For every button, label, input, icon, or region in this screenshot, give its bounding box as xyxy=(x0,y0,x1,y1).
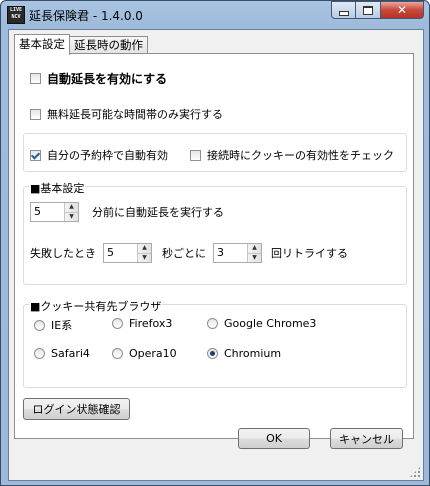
retry-count-spin-arrows: ▲ ▼ xyxy=(247,244,261,262)
browser-option-safari4[interactable]: Safari4 xyxy=(34,347,90,360)
caption-buttons: ✕ xyxy=(331,1,424,20)
basic-settings-group xyxy=(23,186,407,285)
auto-extend-option[interactable]: 自動延長を有効にする xyxy=(30,70,167,87)
own-reservation-checkbox[interactable] xyxy=(30,149,41,161)
auto-extend-label: 自動延長を有効にする xyxy=(47,72,168,86)
minutes-before-stepper[interactable]: 5 ▲ ▼ xyxy=(30,202,79,222)
minutes-before-value[interactable]: 5 xyxy=(31,203,64,221)
retry-interval-spin-arrows: ▲ ▼ xyxy=(137,244,151,262)
spin-down-icon[interactable]: ▼ xyxy=(138,254,151,263)
app-window: LIVE NCV 延長保険君 - 1.4.0.0 ✕ 基本設定 延長時の動作 自動… xyxy=(0,0,430,486)
browser-radio-chromium[interactable] xyxy=(207,348,218,359)
title-bar[interactable]: LIVE NCV 延長保険君 - 1.4.0.0 ✕ xyxy=(1,1,429,29)
browser-label-opera10: Opera10 xyxy=(129,347,177,360)
browser-option-firefox3[interactable]: Firefox3 xyxy=(112,317,172,330)
browser-label-chromium: Chromium xyxy=(224,347,282,360)
auto-extend-checkbox[interactable] xyxy=(30,73,41,84)
tab-panel: 自動延長を有効にする 無料延長可能な時間帯のみ実行する 自分の予約枠で自動有効 … xyxy=(14,53,414,439)
retry-interval-value[interactable]: 5 xyxy=(104,244,137,262)
close-button[interactable]: ✕ xyxy=(381,1,424,19)
browser-radio-firefox3[interactable] xyxy=(112,318,123,329)
free-time-only-checkbox[interactable] xyxy=(30,108,41,120)
browser-label-chrome3: Google Chrome3 xyxy=(224,317,317,330)
browser-option-chromium[interactable]: Chromium xyxy=(207,347,281,360)
retry-interval-stepper[interactable]: 5 ▲ ▼ xyxy=(103,243,152,263)
basic-settings-group-title: ■基本設定 xyxy=(29,180,86,196)
fail-label: 失敗したとき xyxy=(30,247,96,260)
minutes-spin-arrows: ▲ ▼ xyxy=(64,203,78,221)
cookie-check-option[interactable]: 接続時にクッキーの有効性をチェック xyxy=(190,147,394,163)
window-title: 延長保険君 - 1.4.0.0 xyxy=(29,9,143,23)
retry-count-stepper[interactable]: 3 ▲ ▼ xyxy=(213,243,262,263)
own-reservation-label: 自分の予約枠で自動有効 xyxy=(47,149,168,162)
resize-grip[interactable] xyxy=(409,466,421,478)
retry-count-value[interactable]: 3 xyxy=(214,244,247,262)
spin-down-icon[interactable]: ▼ xyxy=(65,213,78,222)
own-reservation-option[interactable]: 自分の予約枠で自動有効 xyxy=(30,147,168,163)
close-icon: ✕ xyxy=(396,3,408,17)
client-area: 基本設定 延長時の動作 自動延長を有効にする 無料延長可能な時間帯のみ実行する … xyxy=(8,29,424,481)
cookie-browser-group-title: ■クッキー共有先ブラウザ xyxy=(29,298,163,314)
tab-basic-settings[interactable]: 基本設定 xyxy=(14,34,70,55)
browser-option-chrome3[interactable]: Google Chrome3 xyxy=(207,317,316,330)
tab-strip: 基本設定 延長時の動作 xyxy=(14,34,148,55)
cancel-button[interactable]: キャンセル xyxy=(330,428,403,449)
interval-label: 秒ごとに xyxy=(162,247,206,260)
browser-radio-chrome3[interactable] xyxy=(207,318,218,329)
minutes-before-label: 分前に自動延長を実行する xyxy=(92,206,224,219)
spin-up-icon[interactable]: ▲ xyxy=(65,203,78,213)
retry-row: 失敗したとき 5 ▲ ▼ 秒ごとに 3 ▲ ▼ 回リトライする xyxy=(30,243,348,263)
maximize-button[interactable] xyxy=(356,1,381,19)
login-status-check-button[interactable]: ログイン状態確認 xyxy=(23,398,130,420)
spin-down-icon[interactable]: ▼ xyxy=(248,254,261,263)
app-logo-icon: LIVE NCV xyxy=(7,6,25,24)
spin-up-icon[interactable]: ▲ xyxy=(138,244,151,254)
browser-option-ie[interactable]: IE系 xyxy=(34,317,72,333)
browser-radio-opera10[interactable] xyxy=(112,348,123,359)
browser-option-opera10[interactable]: Opera10 xyxy=(112,347,177,360)
maximize-icon xyxy=(363,5,373,15)
cookie-check-label: 接続時にクッキーの有効性をチェック xyxy=(207,149,394,162)
cookie-check-checkbox[interactable] xyxy=(190,149,201,161)
minimize-icon xyxy=(338,10,349,16)
browser-radio-safari4[interactable] xyxy=(34,348,45,359)
retry-label: 回リトライする xyxy=(271,247,348,260)
free-time-only-option[interactable]: 無料延長可能な時間帯のみ実行する xyxy=(30,106,223,122)
ok-button[interactable]: OK xyxy=(238,428,310,449)
browser-label-firefox3: Firefox3 xyxy=(129,317,173,330)
spin-up-icon[interactable]: ▲ xyxy=(248,244,261,254)
browser-label-ie: IE系 xyxy=(51,319,73,332)
browser-radio-ie[interactable] xyxy=(34,319,45,331)
minutes-before-row: 5 ▲ ▼ 分前に自動延長を実行する xyxy=(30,202,224,222)
minimize-button[interactable] xyxy=(331,1,356,19)
tab-extension-behavior[interactable]: 延長時の動作 xyxy=(70,36,148,54)
free-time-only-label: 無料延長可能な時間帯のみ実行する xyxy=(47,108,223,121)
browser-label-safari4: Safari4 xyxy=(51,347,90,360)
